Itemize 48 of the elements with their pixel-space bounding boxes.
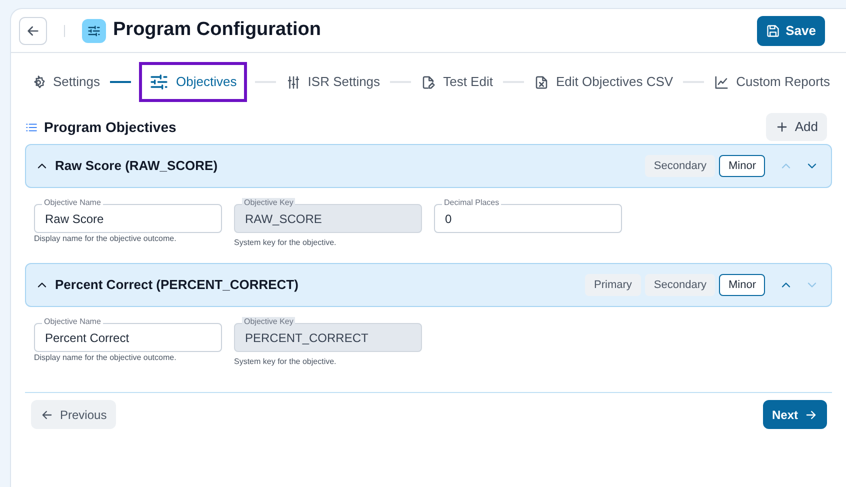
gear-icon [31, 74, 46, 90]
objective-header[interactable]: Percent Correct (PERCENT_CORRECT) Primary Secondary Minor [25, 263, 832, 307]
file-edit-icon [421, 74, 436, 90]
help-text: Display name for the objective outcome. [34, 233, 178, 245]
field-label: Objective Key [242, 317, 296, 327]
section-title: Program Objectives [44, 118, 176, 137]
field-value: Raw Score [45, 210, 104, 228]
field-value: RAW_SCORE [245, 210, 322, 228]
priority-toggle[interactable]: Primary [585, 274, 641, 296]
help-text: System key for the objective. [234, 237, 338, 249]
field-label: Decimal Places [442, 198, 502, 208]
text-field[interactable]: 0 [434, 204, 622, 233]
add-button[interactable]: Add [766, 113, 827, 141]
help-text: System key for the objective. [234, 356, 338, 368]
step-connector [110, 81, 132, 83]
step-tab[interactable]: Settings [29, 72, 102, 92]
step-tab[interactable]: Objectives [139, 62, 247, 102]
step-tab[interactable]: Test Edit [419, 72, 495, 92]
field-value: PERCENT_CORRECT [245, 330, 368, 346]
next-button[interactable]: Next [762, 400, 827, 429]
field-label: Objective Key [242, 198, 296, 208]
priority-toggle[interactable]: Secondary [644, 155, 716, 177]
plus-icon [774, 120, 789, 134]
sliders-icon [286, 74, 301, 90]
field-label: Objective Name [42, 198, 103, 208]
list-icon [25, 120, 38, 134]
objective-title: Raw Score (RAW_SCORE) [55, 157, 218, 176]
priority-toggle[interactable]: Secondary [644, 274, 716, 296]
save-button[interactable]: Save [756, 16, 825, 46]
sliders-icon [149, 72, 170, 92]
save-icon [766, 24, 780, 38]
sliders-icon [82, 18, 106, 42]
objective-header[interactable]: Raw Score (RAW_SCORE) Secondary Minor [25, 144, 832, 188]
priority-toggle[interactable]: Minor [719, 274, 765, 296]
objective-title: Percent Correct (PERCENT_CORRECT) [55, 276, 298, 294]
field-value: Percent Correct [45, 330, 130, 346]
priority-toggle[interactable]: Minor [719, 155, 765, 177]
back-button[interactable] [19, 16, 47, 44]
page-title: Program Configuration [113, 18, 321, 42]
line-chart-icon [714, 74, 730, 90]
step-tab[interactable]: Custom Reports [712, 72, 832, 92]
step-tab[interactable]: ISR Settings [284, 72, 382, 92]
field-label: Objective Name [42, 317, 103, 327]
spreadsheet-file-icon [534, 74, 549, 90]
field-value: 0 [445, 210, 452, 228]
help-text: Display name for the objective outcome. [34, 352, 178, 364]
step-tab[interactable]: Edit Objectives CSV [532, 72, 676, 92]
previous-button[interactable]: Previous [31, 400, 116, 429]
